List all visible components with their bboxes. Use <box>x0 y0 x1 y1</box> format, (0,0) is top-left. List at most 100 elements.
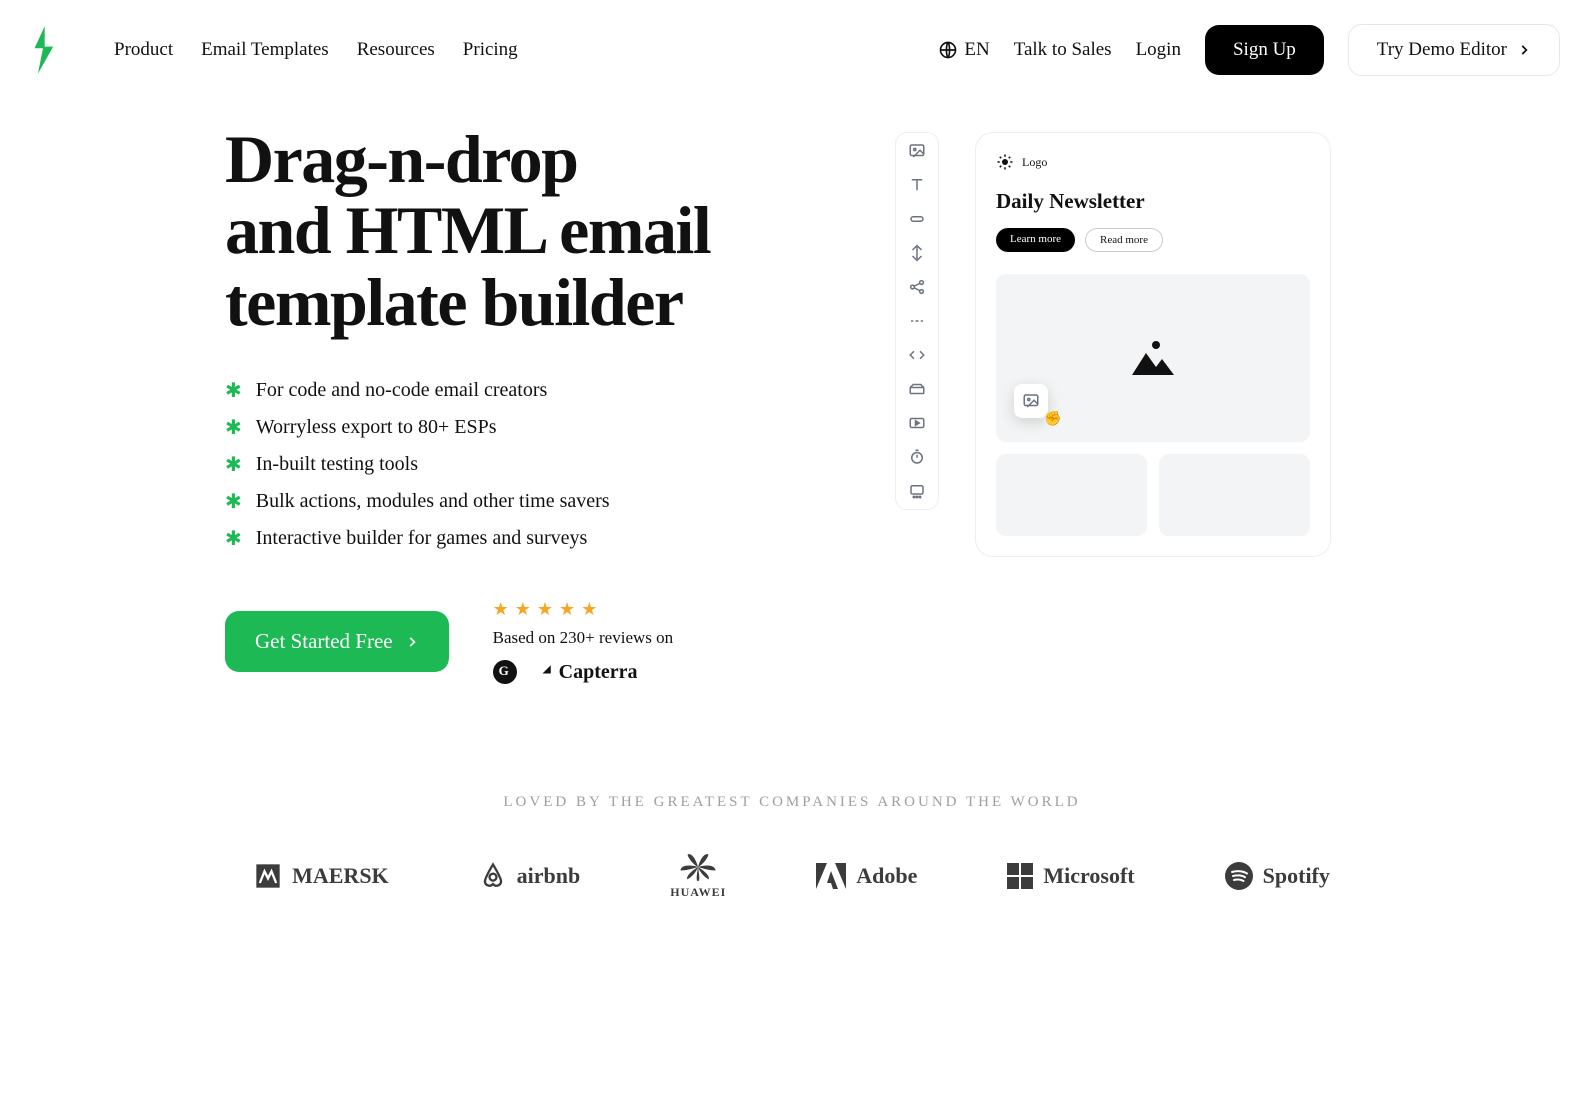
feature-item: ✱ In-built testing tools <box>225 452 835 477</box>
carousel-icon[interactable] <box>907 481 927 501</box>
star-icon: ★ <box>493 599 509 620</box>
hero-title-line1: Drag-n-drop <box>225 121 578 197</box>
brand-logo[interactable] <box>24 20 62 80</box>
divider-icon[interactable] <box>907 311 927 331</box>
star-icon: ★ <box>515 599 531 620</box>
brand-label: MAERSK <box>292 863 389 889</box>
mountains-icon <box>1130 339 1176 377</box>
brand-adobe: Adobe <box>816 863 917 889</box>
grab-cursor-icon: ✊ <box>1044 411 1061 428</box>
capterra-label: Capterra <box>559 661 638 684</box>
nav-pricing[interactable]: Pricing <box>463 39 518 61</box>
image-icon <box>1022 392 1040 410</box>
signup-button[interactable]: Sign Up <box>1205 25 1324 75</box>
header: Product Email Templates Resources Pricin… <box>0 0 1584 100</box>
star-icon: ★ <box>559 599 575 620</box>
star-icon: ★ <box>581 599 597 620</box>
canvas-placeholder-box[interactable] <box>1159 454 1310 536</box>
canvas-read-more-button[interactable]: Read more <box>1085 228 1163 252</box>
feature-text: In-built testing tools <box>256 453 418 476</box>
drag-image-chip[interactable] <box>1014 384 1048 418</box>
asterisk-icon: ✱ <box>225 452 242 477</box>
brand-airbnb: airbnb <box>479 861 581 891</box>
feature-item: ✱ For code and no-code email creators <box>225 378 835 403</box>
canvas-image-placeholder[interactable]: ✊ <box>996 274 1310 442</box>
canvas: Logo Daily Newsletter Learn more Read mo… <box>975 132 1331 557</box>
language-switcher[interactable]: EN <box>938 39 989 61</box>
code-icon[interactable] <box>907 345 927 365</box>
editor-preview: Logo Daily Newsletter Learn more Read mo… <box>895 124 1331 557</box>
airbnb-icon <box>479 861 507 891</box>
brand-maersk: MAERSK <box>254 862 389 890</box>
asterisk-icon: ✱ <box>225 526 242 551</box>
signup-label: Sign Up <box>1233 39 1296 61</box>
nav-resources[interactable]: Resources <box>357 39 435 61</box>
reviews-text: Based on 230+ reviews on <box>493 628 674 648</box>
microsoft-icon <box>1007 863 1033 889</box>
maersk-icon <box>254 862 282 890</box>
brand-spotify: Spotify <box>1225 862 1330 890</box>
capterra-logo: Capterra <box>535 661 638 684</box>
login-link[interactable]: Login <box>1136 39 1181 61</box>
spotify-icon <box>1225 862 1253 890</box>
reviews-block: ★ ★ ★ ★ ★ Based on 230+ reviews on Capte… <box>493 599 674 684</box>
asterisk-icon: ✱ <box>225 415 242 440</box>
asterisk-icon: ✱ <box>225 489 242 514</box>
feature-list: ✱ For code and no-code email creators ✱ Wo… <box>225 378 835 551</box>
image-icon[interactable] <box>907 141 927 161</box>
canvas-placeholder-box[interactable] <box>996 454 1147 536</box>
main-nav: Product Email Templates Resources Pricin… <box>114 39 518 61</box>
feature-text: For code and no-code email creators <box>256 379 548 402</box>
globe-icon <box>938 40 958 60</box>
social-icon[interactable] <box>907 277 927 297</box>
spacer-icon[interactable] <box>907 243 927 263</box>
button-icon[interactable] <box>907 209 927 229</box>
video-icon[interactable] <box>907 413 927 433</box>
brand-microsoft: Microsoft <box>1007 863 1134 889</box>
hero-title-line3: template builder <box>225 264 683 340</box>
canvas-bottom-row <box>996 454 1310 536</box>
canvas-title: Daily Newsletter <box>996 189 1310 214</box>
feature-item: ✱ Worryless export to 80+ ESPs <box>225 415 835 440</box>
brand-label: HUAWEI <box>670 885 726 900</box>
huawei-icon <box>677 851 719 883</box>
canvas-learn-more-button[interactable]: Learn more <box>996 228 1075 252</box>
hero-title-line2: and HTML email <box>225 192 710 268</box>
get-started-button[interactable]: Get Started Free <box>225 611 449 672</box>
nav-right: EN Talk to Sales Login Sign Up Try Demo … <box>938 24 1560 76</box>
try-demo-button[interactable]: Try Demo Editor <box>1348 24 1560 76</box>
brand-label: Spotify <box>1263 863 1330 889</box>
chevron-right-icon <box>1517 43 1531 57</box>
adobe-icon <box>816 863 846 889</box>
language-label: EN <box>964 39 989 61</box>
talk-to-sales-link[interactable]: Talk to Sales <box>1014 39 1112 61</box>
canvas-buttons: Learn more Read more <box>996 228 1310 252</box>
star-icon: ★ <box>537 599 553 620</box>
capterra-icon <box>535 663 553 681</box>
chevron-right-icon <box>405 635 419 649</box>
brand-label: Microsoft <box>1043 863 1134 889</box>
hero-content: Drag-n-drop and HTML email template buil… <box>225 124 835 684</box>
try-demo-label: Try Demo Editor <box>1377 39 1507 61</box>
brands-title: LOVED BY THE GREATEST COMPANIES AROUND T… <box>0 794 1584 811</box>
nav-product[interactable]: Product <box>114 39 173 61</box>
text-icon[interactable] <box>907 175 927 195</box>
feature-text: Bulk actions, modules and other time sav… <box>256 490 610 513</box>
feature-text: Interactive builder for games and survey… <box>256 527 588 550</box>
sun-icon <box>996 153 1014 171</box>
g2-icon <box>493 660 517 684</box>
asterisk-icon: ✱ <box>225 378 242 403</box>
hero-title: Drag-n-drop and HTML email template buil… <box>225 124 835 338</box>
get-started-label: Get Started Free <box>255 629 393 654</box>
cta-row: Get Started Free ★ ★ ★ ★ ★ Based on 230+… <box>225 599 835 684</box>
feature-text: Worryless export to 80+ ESPs <box>256 416 497 439</box>
nav-email-templates[interactable]: Email Templates <box>201 39 329 61</box>
columns-icon[interactable] <box>907 379 927 399</box>
feature-item: ✱ Interactive builder for games and surve… <box>225 526 835 551</box>
star-rating: ★ ★ ★ ★ ★ <box>493 599 674 620</box>
canvas-header: Logo <box>996 153 1310 171</box>
brand-huawei: HUAWEI <box>670 851 726 900</box>
review-logos: Capterra <box>493 660 674 684</box>
timer-icon[interactable] <box>907 447 927 467</box>
feature-item: ✱ Bulk actions, modules and other time sa… <box>225 489 835 514</box>
